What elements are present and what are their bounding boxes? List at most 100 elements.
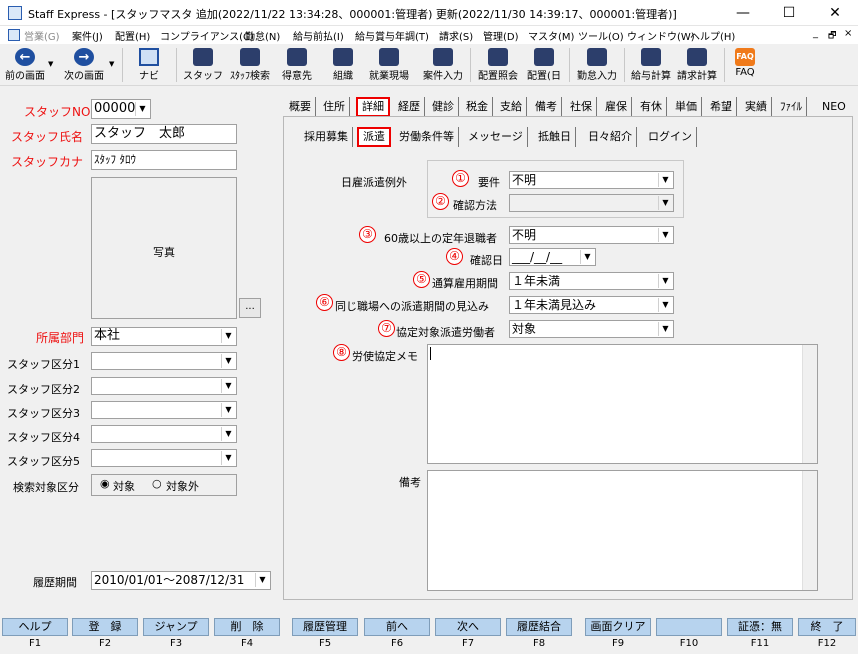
history-manage-button[interactable]: 履歴管理 xyxy=(292,618,358,636)
attendance-entry-button[interactable]: 勤怠入力 xyxy=(574,46,620,84)
tab-unit-price[interactable]: 単価 xyxy=(671,97,702,117)
prev-dropdown-icon[interactable]: ▼ xyxy=(48,60,53,68)
mdi-restore-button[interactable]: 🗗 xyxy=(828,28,836,44)
agreement-worker-combo[interactable]: 対象 ▼ xyxy=(509,320,674,338)
menu-admin[interactable]: 管理(D) xyxy=(483,28,519,43)
organization-button[interactable]: 組織 xyxy=(322,46,364,84)
menu-assign[interactable]: 配置(H) xyxy=(115,28,150,43)
tab-overview[interactable]: 概要 xyxy=(285,97,316,117)
subtab-labor-conditions[interactable]: 労働条件等 xyxy=(395,127,459,147)
menu-payroll[interactable]: 給与賞与年調(T) xyxy=(355,28,429,43)
radio-nontarget-label[interactable]: 対象外 xyxy=(166,478,199,494)
staff-name-input[interactable]: スタッフ 太郎 xyxy=(91,124,237,144)
menu-advance-pay[interactable]: 給与前払(I) xyxy=(293,28,344,43)
next-dropdown-icon[interactable]: ▼ xyxy=(109,60,114,68)
menu-projects[interactable]: 案件(J) xyxy=(72,28,103,43)
clear-screen-button[interactable]: 画面クリア xyxy=(585,618,651,636)
chevron-down-icon[interactable]: ▼ xyxy=(255,573,269,587)
chevron-down-icon[interactable]: ▼ xyxy=(658,298,672,312)
remarks-textarea[interactable] xyxy=(427,470,818,591)
tab-career[interactable]: 経歴 xyxy=(394,97,425,117)
payroll-calc-button[interactable]: 給与計算 xyxy=(629,46,673,84)
assign-day-button[interactable]: 配置(日 xyxy=(523,46,565,84)
tab-address[interactable]: 住所 xyxy=(319,97,350,117)
radio-target-label[interactable]: 対象 xyxy=(113,478,135,494)
staff-search-button[interactable]: ｽﾀｯﾌ検索 xyxy=(226,46,274,84)
subtab-daily-referral[interactable]: 日々紹介 xyxy=(584,127,637,147)
chevron-down-icon[interactable]: ▼ xyxy=(658,274,672,288)
close-button[interactable]: ✕ xyxy=(812,0,858,26)
subtab-login[interactable]: ログイン xyxy=(644,127,697,147)
confirm-date-picker[interactable]: ___/__/__ ▼ xyxy=(509,248,596,266)
menu-master[interactable]: マスタ(M) xyxy=(528,28,574,43)
menu-attendance[interactable]: 勤怠(N) xyxy=(245,28,280,43)
evidence-button[interactable]: 証憑：無 xyxy=(727,618,793,636)
menu-sales[interactable]: 営業(G) xyxy=(24,28,60,43)
project-entry-button[interactable]: 案件入力 xyxy=(420,46,466,84)
tab-wishes[interactable]: 希望 xyxy=(706,97,737,117)
photo-browse-button[interactable]: ... xyxy=(239,298,261,318)
chevron-down-icon[interactable]: ▼ xyxy=(658,322,672,336)
billing-calc-button[interactable]: 請求計算 xyxy=(675,46,719,84)
history-period-combo[interactable]: 2010/01/01～2087/12/31 ▼ xyxy=(91,571,271,590)
tab-details[interactable]: 詳細 xyxy=(356,97,390,117)
staff-class4-combo[interactable]: ▼ xyxy=(91,425,237,443)
radio-target-icon[interactable]: ◉ xyxy=(100,477,110,490)
mdi-close-button[interactable]: × xyxy=(844,28,852,39)
staff-button[interactable]: スタッフ xyxy=(182,46,224,84)
navi-button[interactable]: ナビ xyxy=(128,46,170,84)
chevron-down-icon[interactable]: ▼ xyxy=(135,102,149,116)
chevron-down-icon[interactable]: ▼ xyxy=(658,228,672,242)
register-button[interactable]: 登 録 xyxy=(72,618,138,636)
prev-screen-button[interactable]: ← 前の画面 xyxy=(2,46,48,84)
labor-memo-scrollbar[interactable] xyxy=(802,345,817,463)
menu-tools[interactable]: ツール(O) xyxy=(578,28,624,43)
staff-class3-combo[interactable]: ▼ xyxy=(91,401,237,419)
tab-payment[interactable]: 支給 xyxy=(496,97,527,117)
menu-billing[interactable]: 請求(S) xyxy=(439,28,473,43)
staff-class5-combo[interactable]: ▼ xyxy=(91,449,237,467)
subtab-message[interactable]: メッセージ xyxy=(464,127,528,147)
tab-social-insurance[interactable]: 社保 xyxy=(566,97,597,117)
tab-health[interactable]: 健診 xyxy=(428,97,459,117)
next-screen-button[interactable]: → 次の画面 xyxy=(60,46,108,84)
f10-button[interactable] xyxy=(656,618,722,636)
tab-employment-insurance[interactable]: 雇保 xyxy=(601,97,632,117)
chevron-down-icon[interactable]: ▼ xyxy=(221,451,235,465)
faq-button[interactable]: FAQ FAQ xyxy=(728,46,762,84)
tab-remarks[interactable]: 備考 xyxy=(531,97,562,117)
retiree-60-combo[interactable]: 不明 ▼ xyxy=(509,226,674,244)
chevron-down-icon[interactable]: ▼ xyxy=(221,427,235,441)
tab-neo[interactable]: NEO xyxy=(818,97,850,117)
tab-files[interactable]: ﾌｧｲﾙ xyxy=(776,97,807,117)
dispatch-period-combo[interactable]: １年未満見込み ▼ xyxy=(509,296,674,314)
chevron-down-icon[interactable]: ▼ xyxy=(221,354,235,368)
next-button[interactable]: 次へ xyxy=(435,618,501,636)
staff-kana-input[interactable]: ｽﾀｯﾌ ﾀﾛｳ xyxy=(91,150,237,170)
staff-class1-combo[interactable]: ▼ xyxy=(91,352,237,370)
chevron-down-icon[interactable]: ▼ xyxy=(221,329,235,343)
labor-memo-textarea[interactable] xyxy=(427,344,818,464)
previous-button[interactable]: 前へ xyxy=(364,618,430,636)
minimize-button[interactable]: — xyxy=(720,0,766,26)
menu-help[interactable]: ヘルプ(H) xyxy=(690,28,735,43)
dept-combo[interactable]: 本社 ▼ xyxy=(91,327,237,346)
history-merge-button[interactable]: 履歴結合 xyxy=(506,618,572,636)
menu-compliance[interactable]: コンプライアンス(C) xyxy=(160,28,254,43)
jump-button[interactable]: ジャンプ xyxy=(143,618,209,636)
radio-nontarget-icon[interactable]: ○ xyxy=(152,477,162,490)
confirm-method-combo[interactable]: ▼ xyxy=(509,194,674,212)
staff-class2-combo[interactable]: ▼ xyxy=(91,377,237,395)
help-button[interactable]: ヘルプ xyxy=(2,618,68,636)
mdi-minimize-button[interactable]: _ xyxy=(813,28,818,39)
workplace-button[interactable]: 就業現場 xyxy=(366,46,412,84)
chevron-down-icon[interactable]: ▼ xyxy=(221,379,235,393)
chevron-down-icon[interactable]: ▼ xyxy=(658,196,672,210)
tab-paid-leave[interactable]: 有休 xyxy=(636,97,667,117)
subtab-recruitment[interactable]: 採用募集 xyxy=(300,127,353,147)
employment-period-combo[interactable]: １年未満 ▼ xyxy=(509,272,674,290)
tab-tax[interactable]: 税金 xyxy=(462,97,493,117)
chevron-down-icon[interactable]: ▼ xyxy=(221,403,235,417)
staff-no-combo[interactable]: 000005 ▼ xyxy=(91,99,151,119)
requirement-combo[interactable]: 不明 ▼ xyxy=(509,171,674,189)
